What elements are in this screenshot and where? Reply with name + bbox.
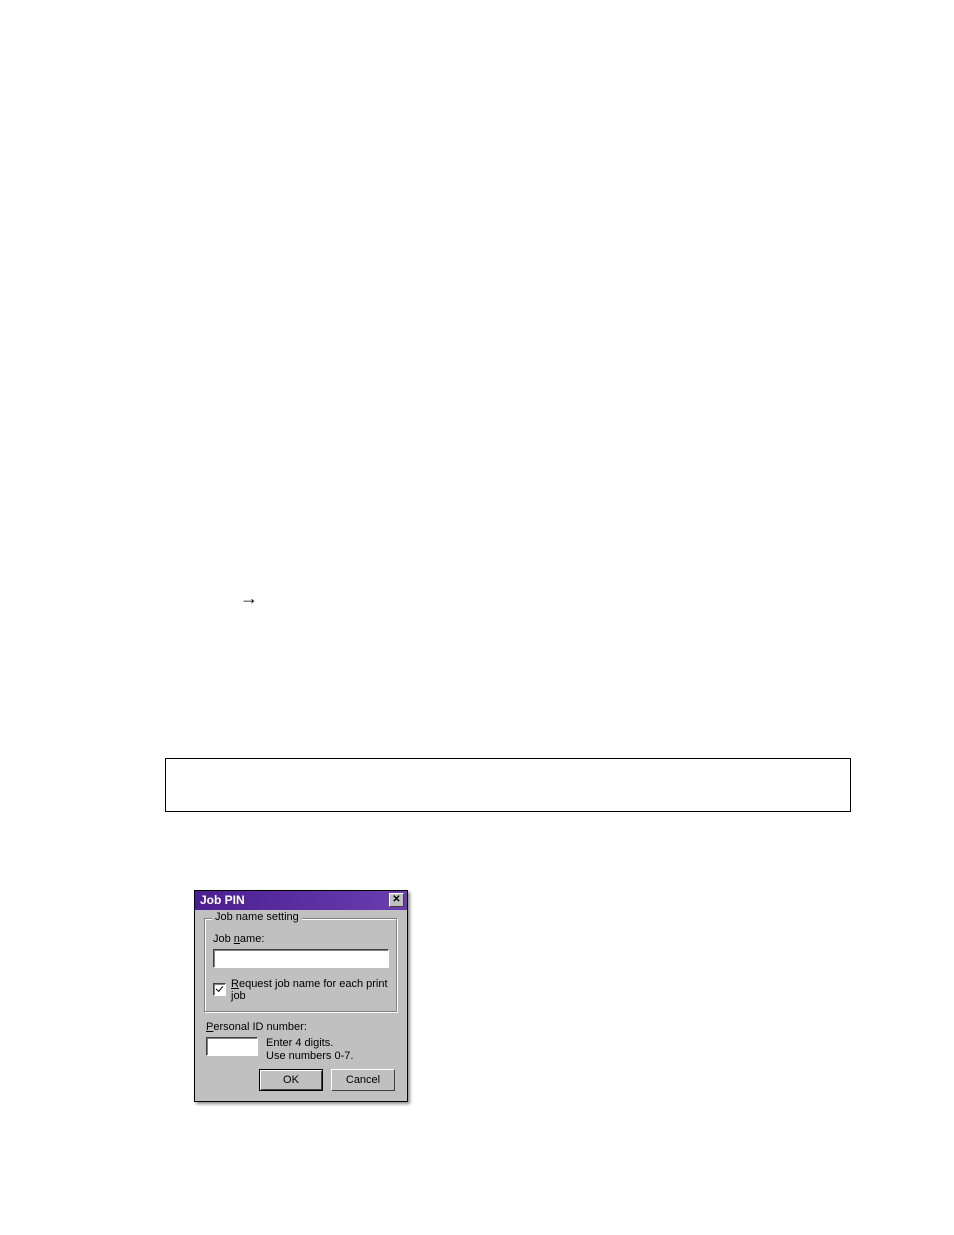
label-part: ersonal ID number: (213, 1021, 307, 1033)
request-job-name-checkbox[interactable] (213, 983, 226, 996)
groupbox-legend: Job name setting (212, 911, 302, 923)
close-icon: ✕ (392, 894, 400, 905)
job-name-groupbox: Job name setting Job name: Request job n… (204, 918, 398, 1013)
label-part: Job (213, 933, 234, 945)
label-accel: R (231, 978, 239, 990)
label-part: equest job name for each print job (231, 978, 388, 1002)
request-job-name-row[interactable]: Request job name for each print job (213, 978, 389, 1002)
dialog-buttons: OK Cancel (204, 1063, 398, 1091)
dialog-title: Job PIN (200, 893, 245, 907)
job-name-input[interactable] (213, 949, 389, 968)
job-pin-dialog: Job PIN ✕ Job name setting Job name: Req… (194, 890, 408, 1102)
pin-hint-line: Enter 4 digits. (266, 1037, 353, 1050)
cancel-button[interactable]: Cancel (331, 1069, 395, 1091)
empty-frame (165, 758, 851, 812)
ok-button[interactable]: OK (259, 1069, 323, 1091)
arrow-glyph: → (240, 588, 258, 609)
request-job-name-label: Request job name for each print job (231, 978, 389, 1002)
label-part: ame: (240, 933, 264, 945)
pin-section: Personal ID number: Enter 4 digits. Use … (204, 1021, 398, 1063)
pin-input[interactable] (206, 1037, 258, 1056)
close-button[interactable]: ✕ (389, 893, 404, 907)
pin-hint-line: Use numbers 0-7. (266, 1050, 353, 1063)
job-name-label: Job name: (213, 933, 389, 945)
dialog-body: Job name setting Job name: Request job n… (195, 910, 407, 1101)
pin-label: Personal ID number: (206, 1021, 396, 1033)
pin-row: Enter 4 digits. Use numbers 0-7. (206, 1037, 396, 1063)
dialog-titlebar[interactable]: Job PIN ✕ (195, 891, 407, 910)
pin-hint: Enter 4 digits. Use numbers 0-7. (266, 1037, 353, 1063)
